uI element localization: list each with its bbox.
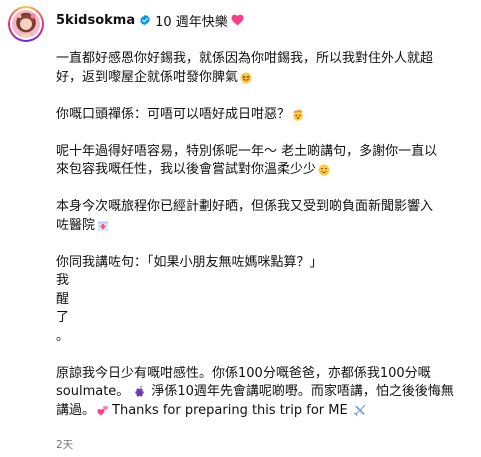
caption-line: 你嘅口頭禪係：可唔可以唔好成日咁惡？ [56,106,468,125]
post-header: 5kidsokma 10 週年快樂 [56,11,244,30]
caption-line: 講過。 Thanks for preparing this trip for M… [56,402,468,421]
caption-text: soulmate。 [56,384,130,399]
post-title: 10 週年快樂 [155,14,228,30]
smiling-face-emoji [318,164,330,176]
caption-line: 原諒我今日少有嘅咁感性。你係100分嘅爸爸，亦都係我100分嘅 [56,365,468,384]
caption-text: 。 [56,328,70,344]
caption-text: Thanks for preparing this trip for ME [112,402,348,418]
caption-text: 呢十年過得好唔容易，特別係呢一年～ 老土啲講句，多謝你一直以 [56,143,438,159]
caption-text: 來包容我嘅任性，我以後會嘗試對你溫柔少少 [56,162,317,177]
username-link[interactable]: 5kidsokma [56,13,135,28]
caption-text: 醒 [56,291,70,307]
two-hearts-emoji [97,405,109,417]
caption-text: 我 [56,273,70,288]
verified-badge-icon [139,14,151,26]
caption-text: 你嘅口頭禪係：可唔可以唔好成日咁惡？ [56,106,291,122]
hospital-emoji [97,220,109,232]
caption-line: 來包容我嘅任性，我以後會嘗試對你溫柔少少 [56,161,468,180]
caption-text: 一直都好感恩你好錫我，就係因為你咁錫我，所以我對住外人就超 [56,51,434,66]
caption-line: 呢十年過得好唔容易，特別係呢一年～ 老土啲講句，多謝你一直以 [56,143,468,162]
caption-line: 了 [56,309,468,328]
caption-line: 我 [56,272,468,291]
exploding-head-emoji [292,109,304,121]
caption-line: 好，返到嚟屋企就係咁發你脾氣 [56,69,468,88]
caption-text: 原諒我今日少有嘅咁感性。你係100分嘅爸爸，亦都係我100分嘅 [56,365,431,381]
caption-line: 醒 [56,291,468,310]
caption-line: 你同我講咗句：「如果小朋友無咗媽咪點算？」 [56,254,468,273]
caption-text: 講過。 [56,402,96,418]
post-caption: 一直都好感恩你好錫我，就係因為你咁錫我，所以我對住外人就超 好，返到嚟屋企就係咁… [56,50,468,420]
grapes-emoji [134,386,146,398]
caption-line: 本身今次嘅旅程你已經計劃好晒，但係我又受到啲負面新聞影響入 [56,198,468,217]
tongue-face-emoji [240,72,252,84]
caption-line: 。 [56,328,468,347]
caption-line: 咗醫院 [56,217,468,236]
caption-text: 好，返到嚟屋企就係咁發你脾氣 [56,69,239,85]
avatar-photo [12,10,40,38]
caption-text: 了 [56,310,70,325]
airplane-emoji [353,404,367,418]
caption-text: 本身今次嘅旅程你已經計劃好晒，但係我又受到啲負面新聞影響入 [56,199,434,214]
avatar-ring [10,8,42,40]
avatar[interactable] [8,6,44,42]
post-timestamp[interactable]: 2天 [56,437,73,452]
caption-line: 一直都好感恩你好錫我，就係因為你咁錫我，所以我對住外人就超 [56,50,468,69]
caption-text: 咗醫院 [56,217,96,233]
caption-text: 你同我講咗句：「如果小朋友無咗媽咪點算？」 [56,254,323,270]
pink-heart-icon [231,14,244,26]
caption-line: soulmate。 淨係10週年先會講呢啲嘢。而家唔講，怕之後後悔無 [56,383,468,402]
caption-text: 淨係10週年先會講呢啲嘢。而家唔講，怕之後後悔無 [151,384,454,399]
